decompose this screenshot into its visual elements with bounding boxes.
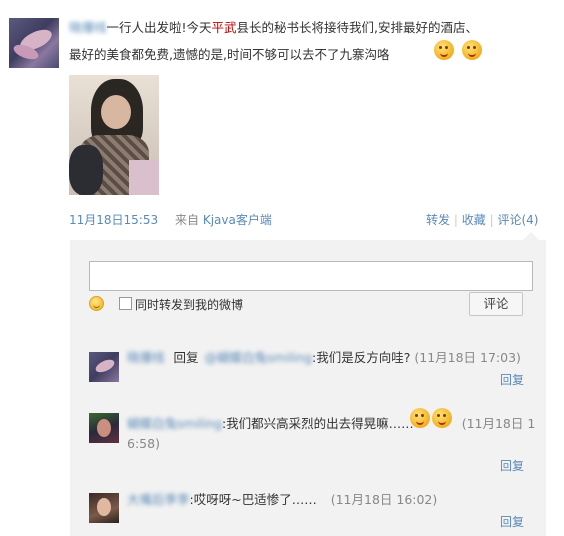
post-text-part: 县长的秘书长将接待我们,安排最好的酒店、 (236, 20, 479, 35)
post-author-avatar[interactable] (9, 18, 59, 68)
comment-author[interactable]: 大嘴后李李 (127, 492, 190, 507)
panel-caret (523, 232, 539, 240)
reply-word: 回复 (173, 350, 199, 365)
comment-text: :我们都兴高采烈的出去得晃嘛…… (221, 416, 414, 431)
post-author-name[interactable]: 晓爆线 (69, 20, 107, 35)
comment-reply-link[interactable]: 回复 (500, 371, 524, 388)
also-repost-checkbox[interactable] (119, 297, 132, 310)
comment-text-row: 蝴蝶白兔smiling:我们都兴高采烈的出去得晃嘛…… (11月18日 1 (127, 414, 535, 434)
comment-time-wrap: 6:58) (127, 436, 160, 451)
post-source: 来自 Kjava客户端 (175, 211, 272, 228)
source-link[interactable]: Kjava客户端 (203, 213, 272, 227)
comment-author[interactable]: 蝴蝶白兔smiling (127, 416, 222, 431)
post-text-highlight[interactable]: 平武 (212, 20, 237, 35)
source-prefix: 来自 (175, 213, 200, 227)
also-repost-label: 同时转发到我的微博 (135, 298, 244, 312)
comment-time: (11月18日 1 (461, 416, 536, 431)
comment-reply-link[interactable]: 回复 (500, 513, 524, 530)
post-actions: 转发 | 收藏 | 评论(4) (426, 211, 538, 228)
comment-text-row: 晓爆线 回复 @蝴蝶白兔smiling:我们是反方向哇? (11月18日 17:03) (127, 348, 521, 368)
comment-avatar[interactable] (89, 413, 119, 443)
post-text-line-1: 晓爆线一行人出发啦!今天平武县长的秘书长将接待我们,安排最好的酒店、 (69, 17, 478, 39)
repost-link[interactable]: 转发 (426, 213, 450, 227)
comment-time: (11月18日 17:03) (414, 350, 521, 365)
post-text-part: 一行人出发啦!今天 (106, 20, 212, 35)
comment-time: (11月18日 16:02) (330, 492, 438, 507)
post-text-line-2: 最好的美食都免费,遗憾的是,时间不够可以去不了九寨沟咯 (69, 47, 390, 62)
reply-to-mention[interactable]: @蝴蝶白兔smiling (205, 350, 312, 365)
action-divider: | (453, 213, 458, 227)
comment-link[interactable]: 评论(4) (497, 213, 538, 227)
comment-avatar[interactable] (89, 352, 119, 382)
submit-comment-button[interactable]: 评论 (469, 292, 523, 316)
post-photo-thumbnail[interactable] (69, 75, 159, 195)
post-timestamp[interactable]: 11月18日15:53 (69, 211, 158, 228)
favorite-link[interactable]: 收藏 (462, 213, 486, 227)
emoticon-icon (434, 40, 454, 60)
comment-input[interactable] (89, 261, 533, 291)
comment-reply-link[interactable]: 回复 (500, 457, 524, 474)
comment-text-row: 大嘴后李李:哎呀呀~巴适惨了…… (11月18日 16:02) (127, 490, 437, 510)
emoticon-icon (432, 408, 452, 428)
emoticon-icon (410, 408, 430, 428)
comment-text: :哎呀呀~巴适惨了…… (189, 492, 317, 507)
comment-author[interactable]: 晓爆线 (127, 350, 165, 365)
comment-avatar[interactable] (89, 493, 119, 523)
emoticon-picker-icon[interactable] (89, 296, 104, 311)
comment-text: :我们是反方向哇? (312, 350, 411, 365)
emoticon-icon (462, 40, 482, 60)
action-divider: | (489, 213, 494, 227)
